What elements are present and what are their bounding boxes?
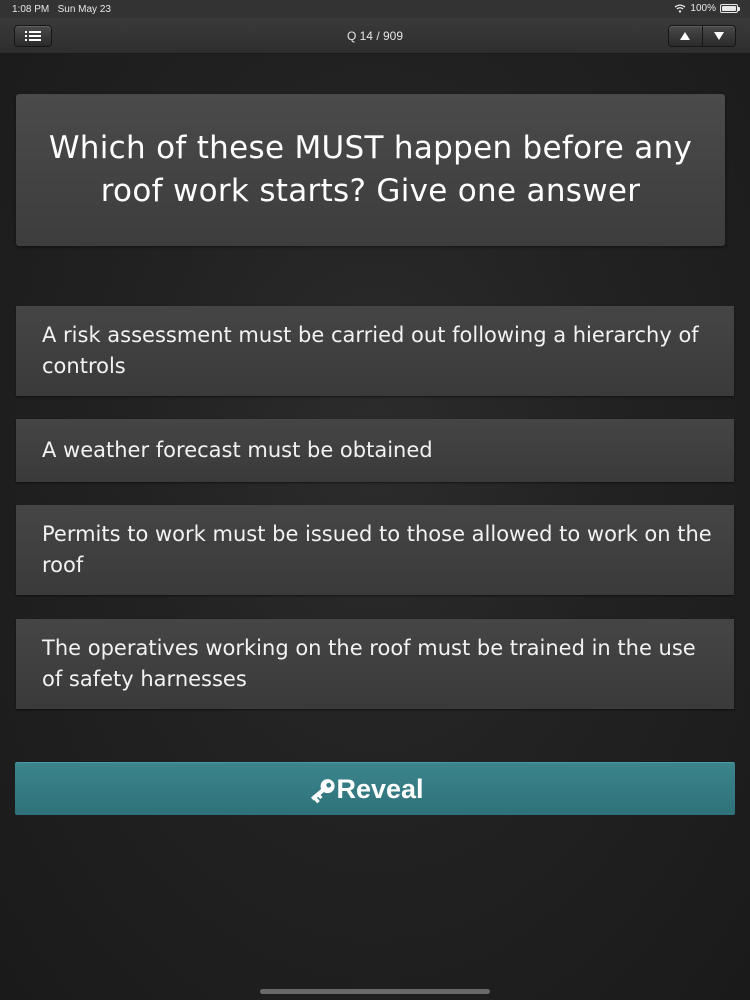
battery-percent: 100%: [690, 3, 716, 14]
answer-option-2[interactable]: A weather forecast must be obtained: [16, 419, 734, 482]
answer-option-text: A weather forecast must be obtained: [42, 438, 433, 462]
status-indicators: 100%: [674, 3, 740, 14]
question-stepper: [668, 25, 736, 47]
question-counter: Q 14 / 909: [346, 29, 404, 43]
status-date: Sun May 23: [57, 4, 111, 15]
reveal-button[interactable]: Reveal: [15, 762, 735, 815]
previous-question-button[interactable]: [669, 26, 702, 46]
down-arrow-icon: [713, 32, 724, 40]
answer-option-3[interactable]: Permits to work must be issued to those …: [16, 505, 734, 595]
answer-option-text: The operatives working on the roof must …: [42, 636, 696, 691]
answer-option-text: A risk assessment must be carried out fo…: [42, 323, 699, 378]
next-question-button[interactable]: [701, 26, 736, 46]
home-indicator[interactable]: [260, 989, 490, 994]
reveal-label: Reveal: [336, 773, 424, 804]
status-clock: 1:08 PM: [12, 4, 50, 15]
status-time: 1:08 PM Sun May 23: [12, 4, 111, 15]
quiz-screen: 1:08 PM Sun May 23 100% Q 14 / 909 Which…: [0, 0, 750, 1000]
up-arrow-icon: [680, 32, 691, 40]
answer-option-1[interactable]: A risk assessment must be carried out fo…: [16, 306, 734, 396]
nav-bar: Q 14 / 909: [0, 18, 750, 54]
question-text: Which of these MUST happen before any ro…: [48, 130, 693, 209]
question-card: Which of these MUST happen before any ro…: [16, 94, 725, 246]
answer-option-4[interactable]: The operatives working on the roof must …: [16, 619, 734, 709]
answer-option-text: Permits to work must be issued to those …: [42, 522, 712, 577]
key-icon: [310, 779, 335, 804]
wifi-icon: [674, 4, 686, 13]
battery-icon: [720, 4, 740, 13]
status-bar: 1:08 PM Sun May 23 100%: [0, 0, 750, 18]
